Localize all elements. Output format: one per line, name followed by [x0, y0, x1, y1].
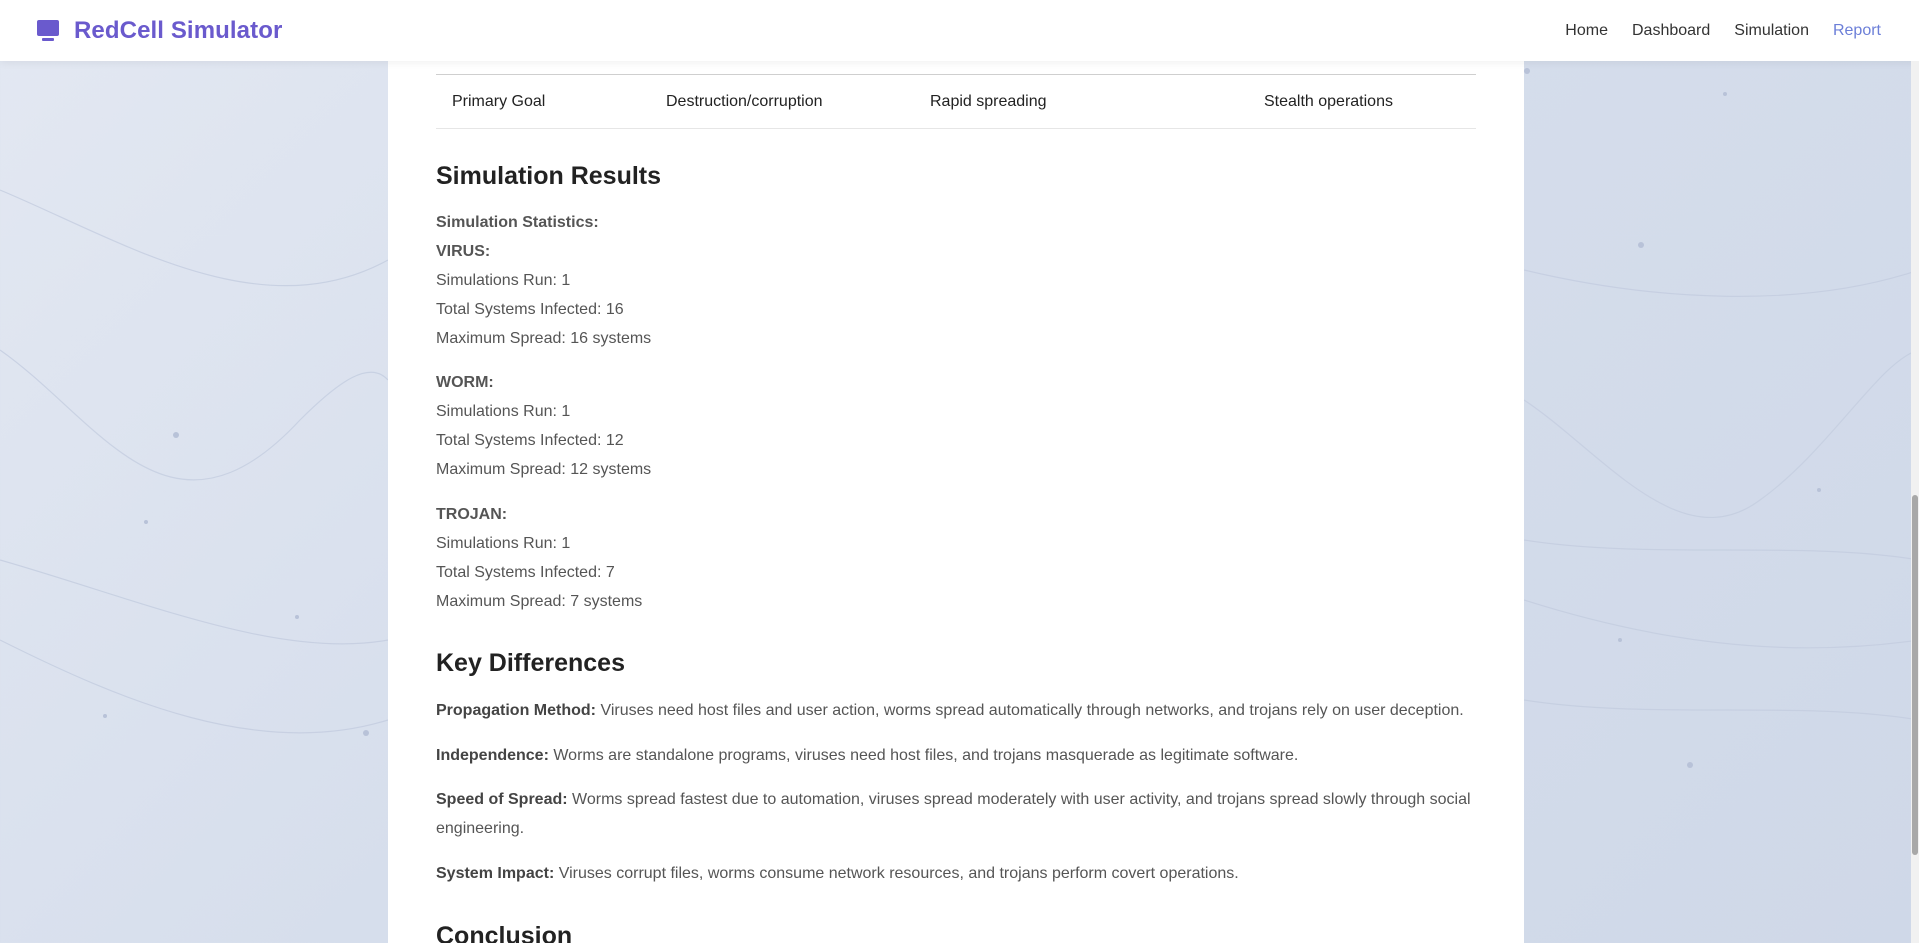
difference-label: Propagation Method: — [436, 702, 596, 719]
difference-propagation: Propagation Method: Viruses need host fi… — [436, 696, 1486, 725]
virus-spread: Maximum Spread: 16 systems — [436, 330, 652, 347]
trojan-infected: Total Systems Infected: 7 — [436, 564, 615, 581]
difference-text: Viruses corrupt files, worms consume net… — [558, 865, 1239, 882]
nav-links: Home Dashboard Simulation Report — [1565, 22, 1881, 40]
table-cell-label: Primary Goal — [452, 92, 546, 110]
worm-group-title: WORM: — [436, 374, 494, 391]
report-card: Primary Goal Destruction/corruption Rapi… — [388, 0, 1524, 943]
brand-link[interactable]: RedCell Simulator — [36, 17, 282, 45]
difference-label: System Impact: — [436, 865, 555, 882]
page-scrollbar-thumb[interactable] — [1912, 495, 1918, 855]
table-cell-virus: Destruction/corruption — [666, 92, 823, 110]
trojan-group-title: TROJAN: — [436, 506, 508, 523]
difference-text: Viruses need host files and user action,… — [600, 702, 1464, 719]
differences-heading: Key Differences — [436, 649, 625, 677]
monitor-icon — [36, 19, 60, 43]
table-cell-trojan: Stealth operations — [1264, 92, 1393, 110]
trojan-spread: Maximum Spread: 7 systems — [436, 593, 643, 610]
virus-runs: Simulations Run: 1 — [436, 272, 571, 289]
virus-group-title: VIRUS: — [436, 243, 491, 260]
table-row-primary-goal: Primary Goal Destruction/corruption Rapi… — [436, 75, 1476, 129]
virus-infected: Total Systems Infected: 16 — [436, 301, 624, 318]
difference-speed: Speed of Spread: Worms spread fastest du… — [436, 785, 1486, 843]
nav-link-simulation[interactable]: Simulation — [1734, 22, 1809, 40]
top-navbar: RedCell Simulator Home Dashboard Simulat… — [0, 0, 1919, 61]
nav-link-report[interactable]: Report — [1833, 22, 1881, 40]
brand-name: RedCell Simulator — [74, 16, 283, 44]
trojan-runs: Simulations Run: 1 — [436, 535, 571, 552]
worm-infected: Total Systems Infected: 12 — [436, 432, 624, 449]
stats-heading: Simulation Statistics: — [436, 214, 599, 231]
results-heading: Simulation Results — [436, 162, 662, 190]
difference-text: Worms spread fastest due to automation, … — [436, 791, 1471, 837]
difference-label: Independence: — [436, 747, 549, 764]
difference-label: Speed of Spread: — [436, 791, 568, 808]
conclusion-heading: Conclusion — [436, 922, 573, 943]
difference-impact: System Impact: Viruses corrupt files, wo… — [436, 859, 1486, 888]
nav-link-dashboard[interactable]: Dashboard — [1632, 22, 1710, 40]
worm-spread: Maximum Spread: 12 systems — [436, 461, 652, 478]
difference-independence: Independence: Worms are standalone progr… — [436, 741, 1486, 770]
difference-text: Worms are standalone programs, viruses n… — [553, 747, 1299, 764]
nav-link-home[interactable]: Home — [1565, 22, 1608, 40]
worm-runs: Simulations Run: 1 — [436, 403, 571, 420]
table-cell-worm: Rapid spreading — [930, 92, 1047, 110]
